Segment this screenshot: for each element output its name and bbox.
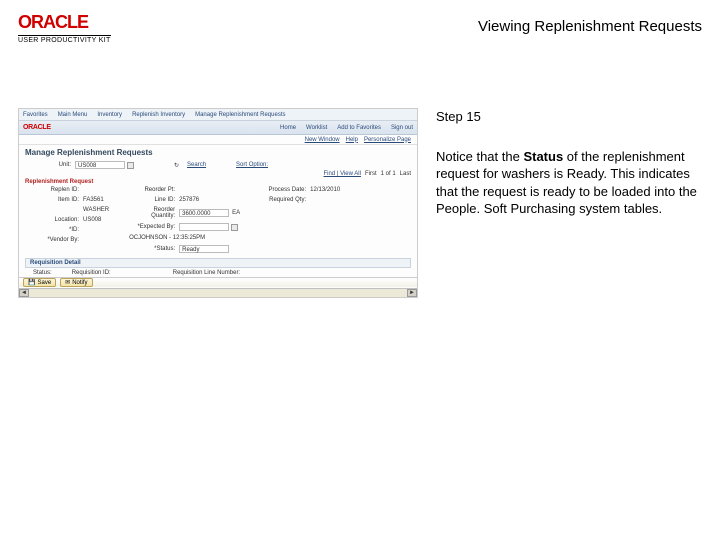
reorder-qty-input[interactable]: 3600.0000 xyxy=(179,209,229,217)
pager-last[interactable]: Last xyxy=(400,171,411,177)
item-desc-value: WASHER xyxy=(83,207,109,213)
util-link-row: New Window Help Personalize Page xyxy=(19,135,417,145)
scroll-left-arrow-icon[interactable]: ◄ xyxy=(19,289,29,297)
status-label: *Status: xyxy=(129,246,179,252)
scroll-track[interactable] xyxy=(29,289,407,297)
screenshot-panel: Favorites Main Menu Inventory Replenish … xyxy=(18,108,418,298)
breadcrumb-bar: Favorites Main Menu Inventory Replenish … xyxy=(19,109,417,121)
process-date-label: Process Date: xyxy=(260,187,310,193)
form-title: Manage Replenishment Requests xyxy=(25,148,411,157)
unit-label: Unit: xyxy=(25,162,75,168)
instruction-text: Notice that the Status of the replenishm… xyxy=(436,148,702,218)
uom-value: EA xyxy=(232,210,240,216)
status-select[interactable]: Ready xyxy=(179,245,229,253)
save-icon: 💾 xyxy=(28,279,35,286)
breadcrumb-mainmenu[interactable]: Main Menu xyxy=(58,112,88,118)
save-button[interactable]: 💾Save xyxy=(23,278,56,287)
item-id-value: FA3561 xyxy=(83,197,104,203)
oracle-logo: ORACLE xyxy=(18,12,88,33)
breadcrumb-item[interactable]: Manage Replenishment Requests xyxy=(195,112,285,118)
pager-first[interactable]: First xyxy=(365,171,377,177)
detail-reqid-label: Requisition ID: xyxy=(72,270,111,276)
refresh-icon[interactable]: ↻ xyxy=(174,162,179,169)
scroll-right-arrow-icon[interactable]: ► xyxy=(407,289,417,297)
nav-home[interactable]: Home xyxy=(280,125,296,131)
personalize-link[interactable]: Personalize Page xyxy=(364,137,411,143)
location-label: Location: xyxy=(33,217,83,223)
help-link[interactable]: Help xyxy=(346,137,358,143)
sort-option-link[interactable]: Sort Option: xyxy=(236,162,268,168)
unit-input[interactable]: US008 xyxy=(75,161,125,169)
app-brand-logo: ORACLE xyxy=(23,124,51,131)
step-label: Step 15 xyxy=(436,108,702,126)
pager-find[interactable]: Find | View All xyxy=(324,171,361,177)
nav-favorites[interactable]: Add to Favorites xyxy=(337,125,381,131)
line-id-value: 257876 xyxy=(179,197,199,203)
instruction-panel: Step 15 Notice that the Status of the re… xyxy=(418,108,702,298)
required-qty-label: Required Qty: xyxy=(260,197,310,203)
id-value: OCJOHNSON - 12:35:25PM xyxy=(129,235,205,241)
item-id-label: Item ID: xyxy=(33,197,83,203)
process-date-value: 12/13/2010 xyxy=(310,187,340,193)
section-replen-request: Replenishment Request xyxy=(25,179,411,185)
page-title: Viewing Replenishment Requests xyxy=(478,12,702,35)
breadcrumb-favorites[interactable]: Favorites xyxy=(23,112,48,118)
calendar-icon[interactable] xyxy=(231,224,238,231)
field-grid: Replen ID: Item ID:FA3561 WASHER Locatio… xyxy=(25,187,411,255)
logo-subtitle: USER PRODUCTIVITY KIT xyxy=(18,35,111,44)
content-area: Favorites Main Menu Inventory Replenish … xyxy=(0,108,720,298)
replen-id-label: Replen ID: xyxy=(33,187,83,193)
id-label: *ID: xyxy=(33,227,83,233)
page-header: ORACLE USER PRODUCTIVITY KIT Viewing Rep… xyxy=(0,0,720,48)
unit-row: Unit: US008 ↻ Search Sort Option: xyxy=(25,161,411,169)
nav-signout[interactable]: Sign out xyxy=(391,125,413,131)
detail-reqline-label: Requisition Line Number: xyxy=(173,270,240,276)
expected-by-input[interactable] xyxy=(179,223,229,231)
reorder-qty-label: Reorder Quantity: xyxy=(129,207,179,219)
vendor-by-label: *Vendor By: xyxy=(33,237,83,243)
expected-by-label: *Expected By: xyxy=(129,224,179,230)
lookup-icon[interactable] xyxy=(127,162,134,169)
new-window-link[interactable]: New Window xyxy=(305,137,340,143)
section-req-detail[interactable]: Requisition Detail xyxy=(25,258,411,268)
pager-row: Find | View All First 1 of 1 Last xyxy=(25,171,411,177)
pager-range: 1 of 1 xyxy=(381,171,396,177)
instruction-bold: Status xyxy=(523,149,563,164)
detail-status-label: Status: xyxy=(33,270,52,276)
location-value: US008 xyxy=(83,217,101,223)
notify-button[interactable]: ✉Notify xyxy=(60,278,92,287)
nav-worklist[interactable]: Worklist xyxy=(306,125,327,131)
notify-icon: ✉ xyxy=(65,279,70,286)
reorder-pt-label: Reorder Pt: xyxy=(129,187,179,193)
app-screenshot: Favorites Main Menu Inventory Replenish … xyxy=(18,108,418,298)
logo-block: ORACLE USER PRODUCTIVITY KIT xyxy=(18,12,111,44)
action-bar: 💾Save ✉Notify xyxy=(19,277,417,287)
breadcrumb-item[interactable]: Replenish Inventory xyxy=(132,112,185,118)
search-link[interactable]: Search xyxy=(187,162,206,168)
instruction-pre: Notice that the xyxy=(436,149,523,164)
breadcrumb-item[interactable]: Inventory xyxy=(97,112,122,118)
app-nav-bar: ORACLE Home Worklist Add to Favorites Si… xyxy=(19,121,417,135)
screenshot-body: Manage Replenishment Requests Unit: US00… xyxy=(19,145,417,291)
line-id-label: Line ID: xyxy=(129,197,179,203)
horizontal-scrollbar[interactable]: ◄ ► xyxy=(19,288,417,297)
